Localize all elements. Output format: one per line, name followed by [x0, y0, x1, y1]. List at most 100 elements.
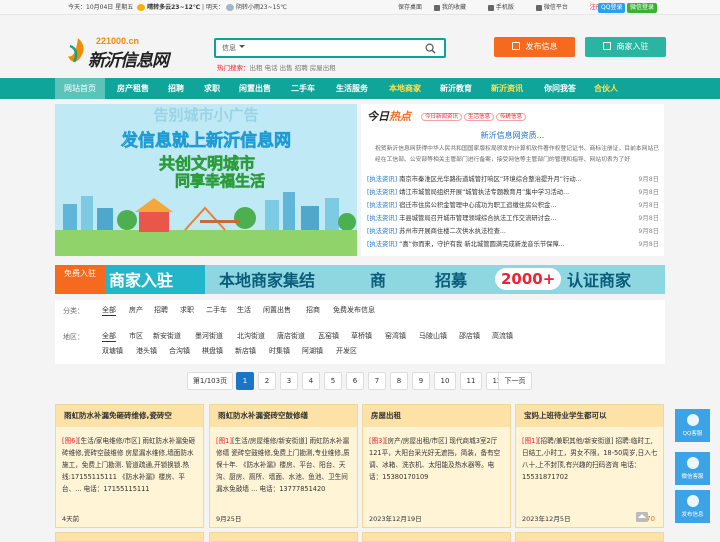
category-option[interactable]: 二手车 [206, 305, 227, 316]
area-option[interactable]: 市区 [129, 331, 143, 342]
listing-card-next[interactable] [55, 532, 204, 542]
search-category-select[interactable]: 信息 [222, 43, 245, 53]
area-option[interactable]: 合沟镇 [169, 346, 190, 357]
nav-news[interactable]: 新沂资讯 [482, 78, 532, 99]
listing-time: 4天前 [62, 515, 80, 523]
ad-cert-text: 认证商家 [567, 271, 632, 290]
category-option[interactable]: 生活 [237, 305, 251, 316]
publish-button[interactable]: 发布信息 [494, 37, 575, 57]
nav-job-seek[interactable]: 求职 [194, 78, 230, 99]
area-option[interactable]: 唐店街道 [277, 331, 305, 342]
hot-tag[interactable]: 生活信息 [464, 113, 495, 121]
listing-card-next[interactable] [209, 532, 358, 542]
area-option[interactable]: 开发区 [336, 346, 357, 357]
page-button[interactable]: 9 [412, 372, 430, 390]
nav-home[interactable]: 网站首页 [55, 78, 105, 99]
hot-headline[interactable]: 新沂信息网资质... [361, 130, 664, 141]
nav-used-cars[interactable]: 二手车 [282, 78, 324, 99]
nav-jobs[interactable]: 招聘 [158, 78, 194, 99]
nav-education[interactable]: 新沂教育 [431, 78, 481, 99]
side-publish-button[interactable]: 发布信息 [675, 490, 710, 523]
listing-card[interactable]: 房屋出租 [图3][房产/房屋出租/市区] 现代商城3室2厅121平，大阳台采光… [362, 404, 511, 528]
hot-tag[interactable]: 传统信息 [496, 113, 527, 121]
page-button[interactable]: 5 [324, 372, 342, 390]
news-text: 南京市秦淮区光华路街道城管打响区“环境综合整治提升月”行动... [399, 176, 582, 183]
news-item[interactable]: [执法资讯] 丰县城管局召开城市管理领域综合执法工作交流研讨会... 9月8日 [367, 213, 659, 225]
merchant-button[interactable]: 商家入驻 [585, 37, 666, 57]
news-item[interactable]: [执法资讯] 南京市秦淮区光华路街道城管打响区“环境综合整治提升月”行动... 9… [367, 174, 659, 186]
listing-card-next[interactable] [515, 532, 664, 542]
listing-title[interactable]: 雨虹防水补漏瓷砖空鼓修缮 [210, 405, 357, 427]
area-option[interactable]: 阿湖镇 [302, 346, 323, 357]
area-option[interactable]: 墨河街道 [195, 331, 223, 342]
page-button[interactable]: 1 [236, 372, 254, 390]
listing-title[interactable]: 雨虹防水补漏免砸砖维修,瓷砖空 [56, 405, 203, 427]
site-logo[interactable]: 221000.cn 新沂信息网 [66, 34, 186, 71]
search-input[interactable] [256, 42, 426, 55]
category-option[interactable]: 求职 [180, 305, 194, 316]
category-option[interactable]: 全部 [102, 305, 116, 316]
news-item[interactable]: [执法资讯] 宿迁市住房公积金管理中心成功为职工追缴住房公积金... 9月8日 [367, 200, 659, 212]
listing-title[interactable]: 房屋出租 [363, 405, 510, 427]
page-button[interactable]: 11 [460, 372, 482, 390]
area-option[interactable]: 草桥镇 [351, 331, 372, 342]
nav-local-merchants[interactable]: 本地商家 [380, 78, 430, 99]
area-option[interactable]: 窑湾镇 [385, 331, 406, 342]
area-option[interactable]: 全部 [102, 331, 116, 342]
category-option[interactable]: 免费发布信息 [333, 305, 375, 316]
news-item[interactable]: [执法资讯] “喜”你而来，守护有我 新北城管圆满完成新龙音乐节保障... 9月8… [367, 239, 659, 251]
area-option[interactable]: 棋盘镇 [202, 346, 223, 357]
next-page-button[interactable]: 下一页 [498, 372, 532, 390]
nav-second-hand[interactable]: 闲置出售 [230, 78, 280, 99]
scroll-top-icon[interactable] [636, 512, 648, 522]
page-button[interactable]: 4 [302, 372, 320, 390]
nav-life-services[interactable]: 生活服务 [327, 78, 377, 99]
nav-partner[interactable]: 合伙人 [586, 78, 626, 99]
promo-banner[interactable]: 告别城市小广告 发信息就上新沂信息网 共创文明城市 同享幸福生活 [55, 104, 357, 256]
save-desktop-link[interactable]: 保存桌面 [398, 4, 422, 11]
wechat-login-button[interactable]: 微信登录 [627, 3, 658, 13]
category-option[interactable]: 招商 [306, 305, 320, 316]
page-button[interactable]: 7 [368, 372, 386, 390]
wechat-service-button[interactable]: 微信客服 [675, 452, 710, 485]
area-option[interactable]: 北沟街道 [237, 331, 265, 342]
search-icon[interactable] [425, 43, 436, 54]
hot-tag[interactable]: 今日新闻资讯 [421, 113, 463, 121]
page-button[interactable]: 10 [434, 372, 456, 390]
listing-title[interactable]: 宝妈上班待业学生都可以 [516, 405, 663, 427]
listing-card-next[interactable] [362, 532, 511, 542]
listing-card[interactable]: 宝妈上班待业学生都可以 [图1][招聘/兼职其他/新安街道] 招聘:临时工,日结… [515, 404, 664, 528]
nav-real-estate[interactable]: 房产租售 [108, 78, 158, 99]
merchant-ad-banner[interactable]: 免费入驻 商家入驻 本地商家集结 商 招募 2000+ 认证商家 [55, 265, 665, 294]
listing-card[interactable]: 雨虹防水补漏免砸砖维修,瓷砖空 [图6][生活/家电维修/市区] 雨虹防水补漏免… [55, 404, 204, 528]
wechat-link[interactable]: 微信平台 [535, 4, 578, 11]
qq-service-button[interactable]: QQ客服 [675, 409, 710, 442]
qq-login-button[interactable]: QQ登录 [598, 3, 626, 13]
category-option[interactable]: 招聘 [154, 305, 168, 316]
hot-search-terms[interactable]: 出租 电话 出售 招聘 房屋出租 [250, 64, 336, 72]
main-nav: 网站首页 房产租售 招聘 求职 闲置出售 二手车 生活服务 本地商家 新沂教育 … [0, 78, 720, 99]
area-option[interactable]: 双塘镇 [102, 346, 123, 357]
category-option[interactable]: 房产 [129, 305, 143, 316]
area-option[interactable]: 邵店镇 [459, 331, 480, 342]
news-item[interactable]: [执法资讯] 苏州市开展商住楼二次供水执法检查... 9月8日 [367, 226, 659, 238]
page-button[interactable]: 8 [390, 372, 408, 390]
news-item[interactable]: [执法资讯] 靖江市城管局组织开展“城管执法专题教育月”集中学习活动... 9月8… [367, 187, 659, 199]
listing-card[interactable]: 雨虹防水补漏瓷砖空鼓修缮 [图1][生活/房屋维修/新安街道] 雨虹防水补漏修缮… [209, 404, 358, 528]
area-option[interactable]: 港头镇 [136, 346, 157, 357]
favorites-link[interactable]: 我的收藏 [433, 4, 476, 11]
news-text: 苏州市开展商住楼二次供水执法检查... [399, 228, 506, 235]
area-option[interactable]: 马陵山镇 [419, 331, 447, 342]
page-button[interactable]: 2 [258, 372, 276, 390]
area-option[interactable]: 高流镇 [492, 331, 513, 342]
area-option[interactable]: 时集镇 [269, 346, 290, 357]
category-option[interactable]: 闲置出售 [263, 305, 291, 316]
merchant-label: 商家入驻 [616, 42, 649, 51]
mobile-link[interactable]: 手机版 [487, 4, 524, 11]
area-option[interactable]: 新店镇 [235, 346, 256, 357]
area-option[interactable]: 新安街道 [153, 331, 181, 342]
area-option[interactable]: 瓦窑镇 [318, 331, 339, 342]
page-button[interactable]: 3 [280, 372, 298, 390]
nav-qa[interactable]: 你问我答 [535, 78, 585, 99]
page-button[interactable]: 6 [346, 372, 364, 390]
